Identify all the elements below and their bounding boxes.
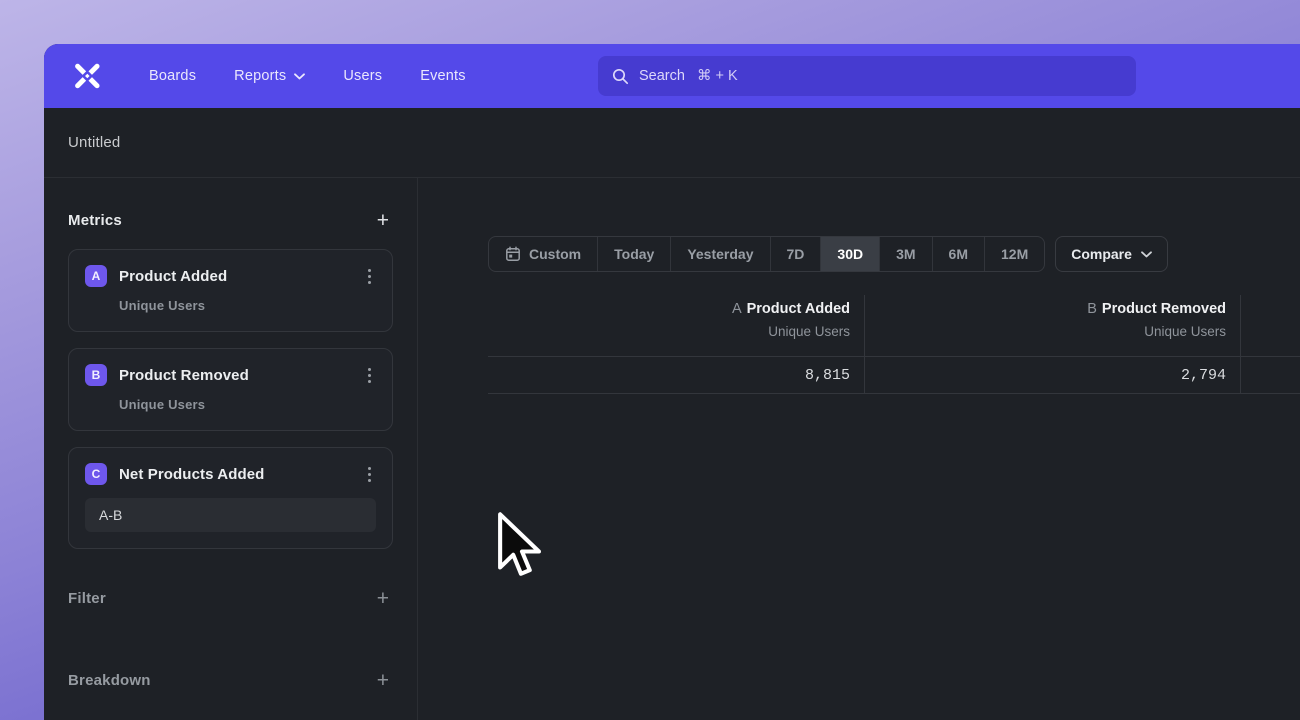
nav-item-label: Users [343,68,382,84]
nav-item-label: Events [420,68,466,84]
range-6m[interactable]: 6M [932,237,984,271]
range-label: Yesterday [687,246,753,262]
table-column-a: A Product Added Unique Users 8,815 [488,295,864,394]
column-measurement: Unique Users [1144,324,1226,339]
metrics-section-title: Metrics [68,212,122,229]
top-navbar: Boards Reports Users Events Search ⌘ + K [44,44,1300,108]
metric-value-b: 2,794 [865,357,1240,394]
range-label: Today [614,246,654,262]
nav-item-reports[interactable]: Reports [234,68,305,84]
nav-item-label: Reports [234,68,286,84]
app-window: Boards Reports Users Events Search ⌘ + K… [44,44,1300,720]
metric-measurement[interactable]: Unique Users [119,397,376,412]
filter-section-header: Filter + [68,586,393,611]
range-label: 6M [949,246,968,262]
kebab-menu-icon[interactable] [363,365,376,386]
nav-links: Boards Reports Users Events [149,68,466,84]
range-label: Custom [529,246,581,262]
column-badge: A [732,301,742,317]
metric-name[interactable]: Product Added [119,268,227,285]
search-placeholder: Search [639,68,685,84]
metric-name[interactable]: Product Removed [119,367,249,384]
formula-input[interactable]: A-B [85,498,376,532]
calendar-icon [505,246,521,262]
range-custom[interactable]: Custom [489,237,597,271]
report-title[interactable]: Untitled [68,134,120,151]
metrics-result-table: A Product Added Unique Users 8,815 B Produ… [488,295,1300,394]
breakdown-section-header: Breakdown + [68,668,393,693]
metric-badge: C [85,463,107,485]
range-today[interactable]: Today [597,237,670,271]
column-name: Product Removed [1102,301,1226,317]
range-7d[interactable]: 7D [770,237,821,271]
nav-item-users[interactable]: Users [343,68,382,84]
compare-label: Compare [1071,246,1132,262]
search-input[interactable]: Search ⌘ + K [598,56,1136,96]
nav-item-boards[interactable]: Boards [149,68,196,84]
range-label: 30D [837,246,863,262]
range-12m[interactable]: 12M [984,237,1044,271]
column-name: Product Added [747,301,850,317]
kebab-menu-icon[interactable] [363,266,376,287]
results-area: Custom Today Yesterday 7D 30D 3M 6M 12M … [418,178,1300,720]
range-label: 3M [896,246,915,262]
metric-name[interactable]: Net Products Added [119,466,264,483]
date-range-toolbar: Custom Today Yesterday 7D 30D 3M 6M 12M … [488,236,1300,272]
breakdown-section-title: Breakdown [68,672,151,689]
range-yesterday[interactable]: Yesterday [670,237,769,271]
metric-card-a[interactable]: A Product Added Unique Users [68,249,393,332]
nav-item-label: Boards [149,68,196,84]
chevron-down-icon [294,73,305,80]
column-header[interactable]: B Product Removed Unique Users [865,295,1240,357]
metric-badge: B [85,364,107,386]
chevron-down-icon [1141,251,1152,258]
column-measurement: Unique Users [768,324,850,339]
range-label: 7D [787,246,805,262]
table-column-c-cropped [1240,295,1300,394]
search-shortcut: ⌘ + K [697,68,738,84]
kebab-menu-icon[interactable] [363,464,376,485]
column-badge: B [1087,301,1097,317]
search-icon [612,68,629,85]
metric-measurement[interactable]: Unique Users [119,298,376,313]
metric-card-c[interactable]: C Net Products Added A-B [68,447,393,549]
metric-value-a: 8,815 [488,357,864,394]
metrics-section-header: Metrics + [68,208,393,233]
add-metric-button[interactable]: + [373,208,393,233]
table-column-b: B Product Removed Unique Users 2,794 [864,295,1240,394]
mixpanel-logo-icon[interactable] [74,63,100,89]
query-sidebar: Metrics + A Product Added Unique Users B… [44,178,418,720]
range-label: 12M [1001,246,1028,262]
add-filter-button[interactable]: + [373,586,393,611]
report-header: Untitled [44,108,1300,178]
metric-badge: A [85,265,107,287]
compare-button[interactable]: Compare [1055,236,1168,272]
range-3m[interactable]: 3M [879,237,931,271]
add-breakdown-button[interactable]: + [373,668,393,693]
date-range-segmented-control: Custom Today Yesterday 7D 30D 3M 6M 12M [488,236,1045,272]
range-30d[interactable]: 30D [820,237,879,271]
metric-card-b[interactable]: B Product Removed Unique Users [68,348,393,431]
nav-item-events[interactable]: Events [420,68,466,84]
column-header[interactable]: A Product Added Unique Users [488,295,864,357]
filter-section-title: Filter [68,590,106,607]
